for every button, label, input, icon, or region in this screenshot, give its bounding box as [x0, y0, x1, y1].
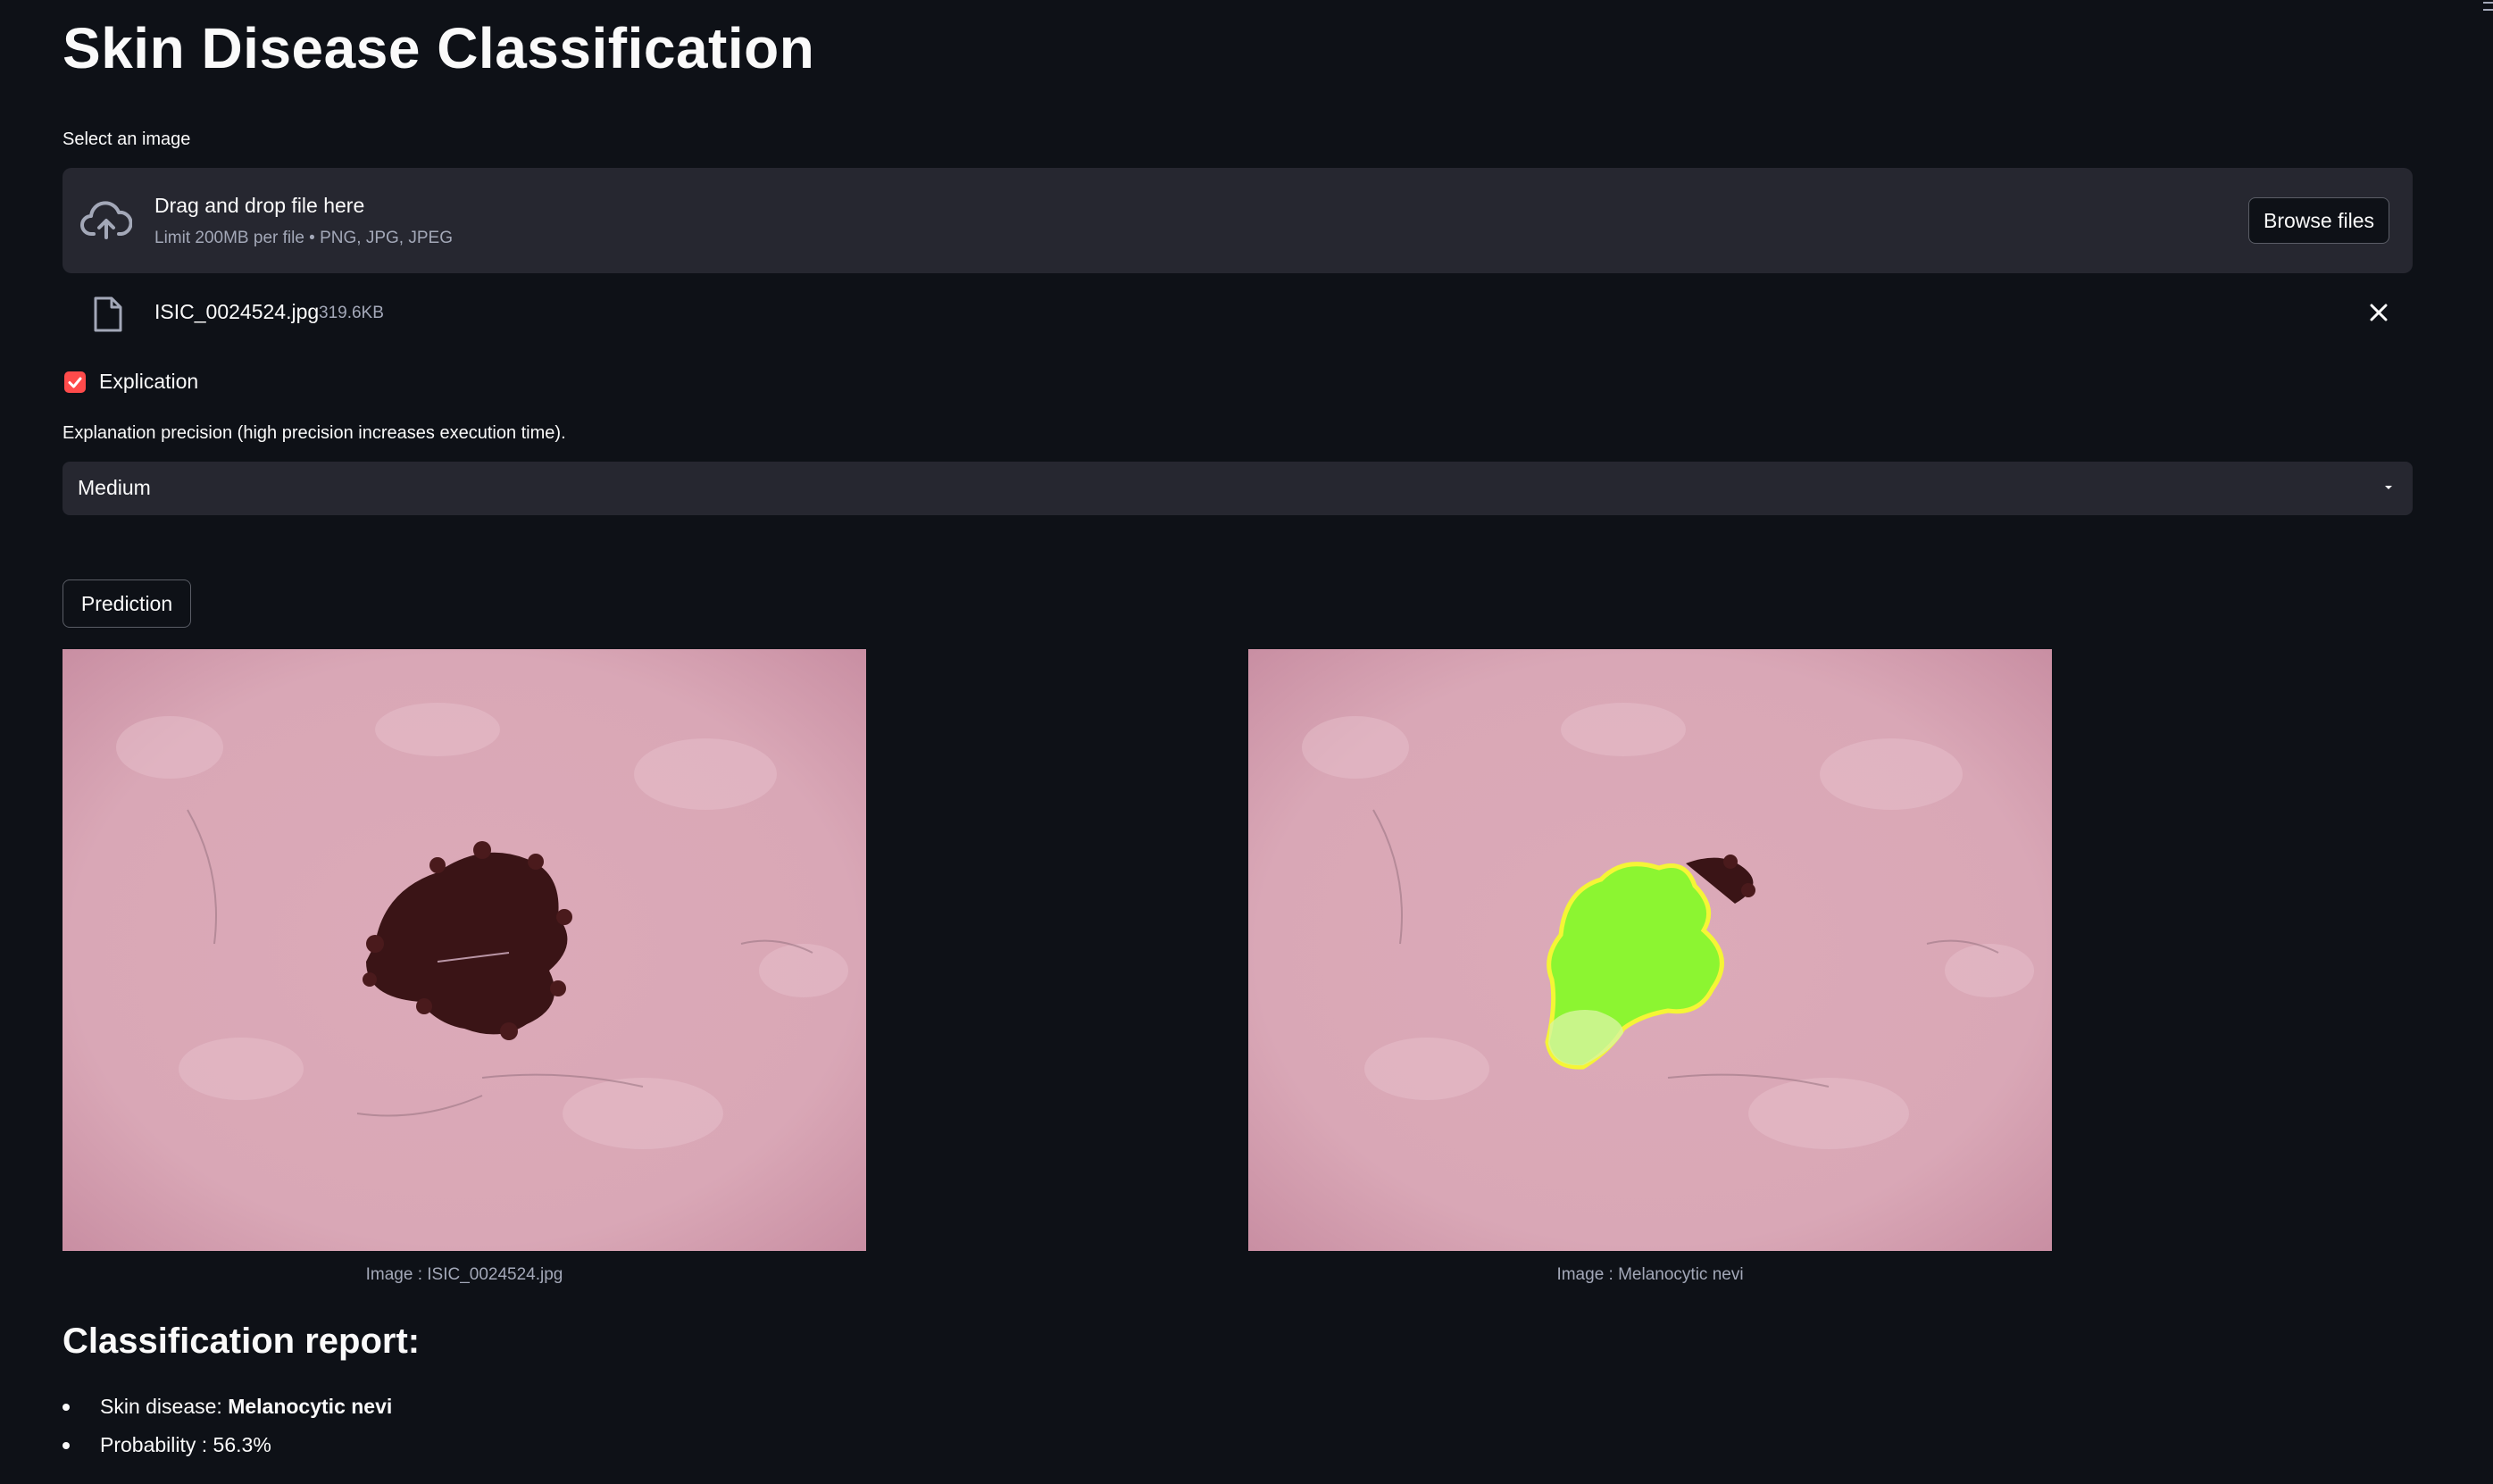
file-icon	[94, 296, 122, 332]
page-title: Skin Disease Classification	[63, 16, 815, 80]
original-skin-image	[63, 649, 866, 1251]
report-probability-item: Probability : 56.3%	[63, 1433, 392, 1471]
report-title: Classification report:	[63, 1321, 421, 1361]
disease-label: Skin disease:	[100, 1395, 229, 1418]
precision-selected-value: Medium	[78, 476, 151, 499]
report-disease-item: Skin disease: Melanocytic nevi	[63, 1395, 392, 1433]
explication-label[interactable]: Explication	[99, 370, 198, 394]
precision-label: Explanation precision (high precision in…	[63, 423, 566, 443]
prediction-button[interactable]: Prediction	[63, 579, 191, 628]
explained-image-caption: Image : Melanocytic nevi	[1556, 1265, 1744, 1284]
uploader-label: Select an image	[63, 129, 191, 149]
original-image-caption: Image : ISIC_0024524.jpg	[365, 1265, 563, 1284]
explanation-overlay-image	[1248, 649, 2052, 1251]
probability-text: Probability : 56.3%	[100, 1433, 271, 1456]
chevron-down-icon	[2385, 486, 2392, 489]
uploaded-file-size: 319.6KB	[319, 304, 384, 322]
explication-checkbox[interactable]	[64, 371, 86, 393]
uploaded-file-name: ISIC_0024524.jpg	[154, 300, 320, 323]
report-list: Skin disease: Melanocytic nevi Probabili…	[63, 1395, 392, 1471]
file-dropzone[interactable]	[63, 168, 2413, 273]
precision-select[interactable]	[63, 462, 2413, 515]
close-icon[interactable]	[2365, 299, 2392, 326]
menu-icon[interactable]	[2481, 0, 2493, 14]
checkmark-icon	[68, 377, 82, 388]
disease-value: Melanocytic nevi	[228, 1395, 393, 1418]
cloud-upload-icon	[80, 201, 132, 239]
browse-files-button[interactable]: Browse files	[2248, 197, 2389, 244]
dropzone-subtitle: Limit 200MB per file • PNG, JPG, JPEG	[154, 229, 453, 247]
dropzone-title: Drag and drop file here	[154, 194, 365, 217]
